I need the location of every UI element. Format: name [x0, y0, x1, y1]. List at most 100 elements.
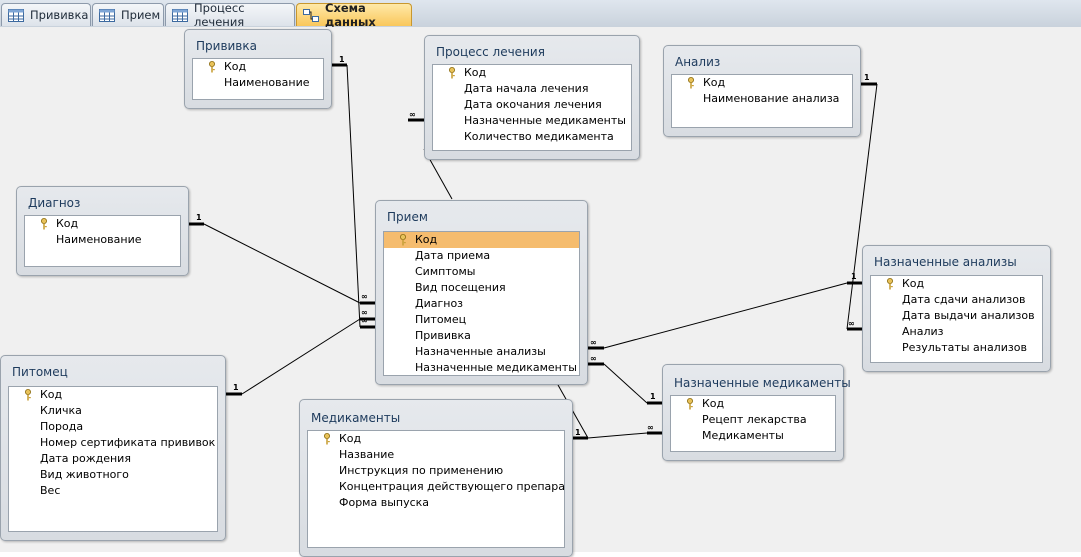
field-name: Порода [40, 420, 84, 433]
table-window-priem[interactable]: Прием Код Дата приема Симптомы Вид посещ… [375, 200, 588, 385]
key-icon [688, 77, 694, 89]
field-list[interactable]: Код Рецепт лекарства Медикаменты [670, 395, 836, 452]
relationship-label-many: ∞ [848, 319, 855, 328]
field-name: Диагноз [415, 297, 464, 310]
key-icon [25, 389, 31, 401]
field-row[interactable]: Дата рождения [9, 451, 217, 467]
table-window-process-lecheniya[interactable]: Процесс лечения Код Дата начала лечения … [424, 35, 640, 160]
table-title: Прививка [196, 39, 257, 53]
relationship-line[interactable] [203, 223, 361, 304]
table-window-diagnoz[interactable]: Диагноз Код Наименование [16, 186, 189, 276]
field-row[interactable]: Вес [9, 483, 217, 499]
field-row[interactable]: Кличка [9, 403, 217, 419]
field-row-primary-key[interactable]: Код [433, 65, 631, 81]
field-row-primary-key[interactable]: Код [25, 216, 180, 232]
field-name: Инструкция по применению [339, 464, 504, 477]
tab-privivka[interactable]: Прививка [1, 3, 91, 26]
relationship-label-one: 1 [864, 73, 870, 82]
field-list[interactable]: Код Наименование анализа [671, 74, 853, 128]
field-row[interactable]: Дата окочания лечения [433, 97, 631, 113]
field-list[interactable]: Код Дата начала лечения Дата окочания ле… [432, 64, 632, 151]
field-row[interactable]: Дата выдачи анализов [871, 308, 1042, 324]
table-window-privivka[interactable]: Прививка Код Наименование [184, 29, 332, 109]
field-row[interactable]: Результаты анализов [871, 340, 1042, 356]
field-row[interactable]: Диагноз [384, 296, 579, 312]
tab-process-lecheniya[interactable]: Процесс лечения [165, 1, 295, 29]
field-row[interactable]: Дата начала лечения [433, 81, 631, 97]
relationship-line[interactable] [587, 432, 648, 439]
field-name: Код [224, 60, 247, 73]
table-title: Назначенные медикаменты [674, 376, 851, 390]
key-icon [324, 433, 330, 445]
field-name: Назначенные анализы [415, 345, 546, 358]
field-list[interactable]: Код Кличка Порода Номер сертификата прив… [8, 386, 218, 532]
field-list[interactable]: Код Название Инструкция по применению Ко… [307, 430, 565, 548]
table-window-naznachennye-analizy[interactable]: Назначенные анализы Код Дата сдачи анали… [862, 245, 1051, 372]
field-row[interactable]: Название [308, 447, 564, 463]
field-list[interactable]: Код Наименование [192, 58, 324, 100]
field-row[interactable]: Наименование [25, 232, 180, 248]
table-title: Назначенные анализы [874, 255, 1017, 269]
table-window-naznachennye-medikamenty[interactable]: Назначенные медикаменты Код Рецепт лекар… [662, 364, 851, 461]
tab-priem[interactable]: Прием [92, 3, 164, 26]
table-window-analiz[interactable]: Анализ Код Наименование анализа [663, 45, 861, 137]
field-row[interactable]: Назначенные медикаменты [433, 113, 631, 129]
field-row[interactable]: Наименование [193, 75, 323, 91]
field-row-primary-key[interactable]: Код [671, 396, 835, 412]
field-row[interactable]: Количество медикамента [433, 129, 631, 145]
field-row[interactable]: Дата приема [384, 248, 579, 264]
field-name: Код [464, 66, 487, 79]
relationship-label-one: 1 [339, 55, 345, 64]
field-row[interactable]: Форма выпуска [308, 495, 564, 511]
relationship-label-many: ∞ [361, 292, 368, 301]
relationship-line[interactable] [603, 363, 648, 404]
tab-label: Схема данных [325, 1, 376, 29]
field-row[interactable]: Медикаменты [671, 428, 835, 444]
field-row[interactable]: Порода [9, 419, 217, 435]
field-row[interactable]: Прививка [384, 328, 579, 344]
table-title: Диагноз [28, 196, 81, 210]
field-name: Вид животного [40, 468, 129, 481]
field-row[interactable]: Наименование анализа [672, 91, 852, 107]
field-row[interactable]: Вид посещения [384, 280, 579, 296]
field-row[interactable]: Инструкция по применению [308, 463, 564, 479]
tab-skhema-dannykh[interactable]: Схема данных [296, 1, 412, 29]
field-name: Прививка [415, 329, 471, 342]
key-icon [449, 67, 455, 79]
table-window-medikamenty[interactable]: Медикаменты Код Название Инструкция по п… [299, 399, 573, 557]
relationship-label-one: 1 [851, 272, 857, 281]
field-row[interactable]: Назначенные анализы [384, 344, 579, 360]
field-row[interactable]: Концентрация действующего препарата [308, 479, 564, 495]
field-name: Код [703, 76, 726, 89]
field-list[interactable]: Код Дата сдачи анализов Дата выдачи анал… [870, 275, 1043, 363]
field-row-primary-key[interactable]: Код [672, 75, 852, 91]
relationships-canvas[interactable]: 1 ∞ ∞ 1 ∞ 1 ∞ ∞ 1 ∞ 1 1 ∞ 1 ∞ Прививка К… [0, 27, 1081, 557]
field-name: Дата сдачи анализов [902, 293, 1026, 306]
field-row-primary-key[interactable]: Код [193, 59, 323, 75]
field-list[interactable]: Код Наименование [24, 215, 181, 267]
relationship-line[interactable] [603, 282, 848, 349]
relationship-label-many: ∞ [590, 338, 597, 347]
field-row[interactable]: Симптомы [384, 264, 579, 280]
field-row-primary-key[interactable]: Код [871, 276, 1042, 292]
field-row[interactable]: Назначенные медикаменты [384, 360, 579, 375]
field-row[interactable]: Анализ [871, 324, 1042, 340]
field-name: Название [339, 448, 395, 461]
field-row[interactable]: Дата сдачи анализов [871, 292, 1042, 308]
field-name: Номер сертификата прививок [40, 436, 216, 449]
relationships-icon [303, 8, 319, 22]
field-name: Медикаменты [702, 429, 784, 442]
field-row-primary-key[interactable]: Код [308, 431, 564, 447]
field-name: Дата рождения [40, 452, 131, 465]
relationship-line[interactable] [241, 318, 361, 395]
table-window-pitomets[interactable]: Питомец Код Кличка Порода Номер сертифик… [0, 355, 226, 541]
field-row-primary-key[interactable]: Код [9, 387, 217, 403]
field-row[interactable]: Рецепт лекарства [671, 412, 835, 428]
field-row[interactable]: Питомец [384, 312, 579, 328]
field-row[interactable]: Номер сертификата прививок [9, 435, 217, 451]
tab-label: Прием [121, 8, 161, 22]
relationship-line[interactable] [346, 64, 361, 328]
field-row[interactable]: Вид животного [9, 467, 217, 483]
field-row-primary-key-selected[interactable]: Код [384, 232, 579, 248]
field-list[interactable]: Код Дата приема Симптомы Вид посещения Д… [383, 231, 580, 376]
